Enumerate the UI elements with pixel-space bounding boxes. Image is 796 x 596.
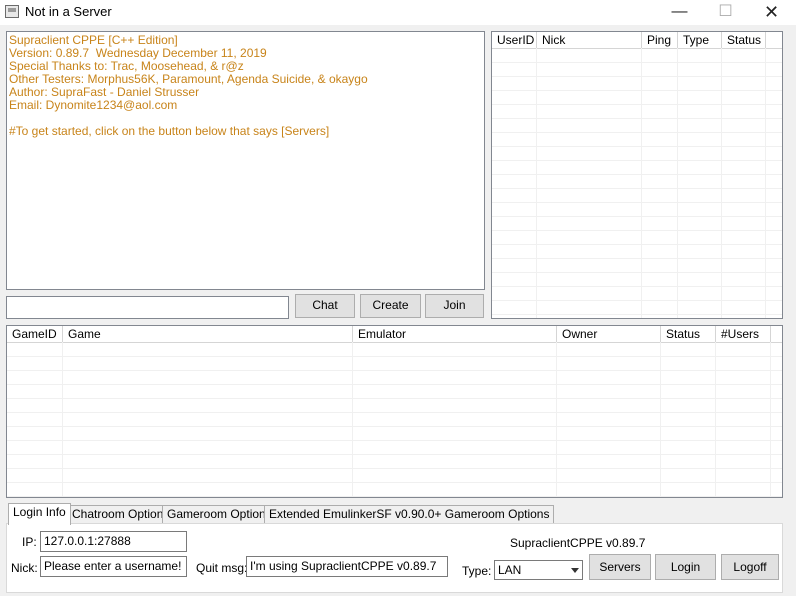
grid-column-line	[770, 342, 771, 497]
logoff-button[interactable]: Logoff	[721, 554, 779, 580]
users-list-header: UserID Nick Ping Type Status	[492, 32, 782, 49]
grid-row-line	[7, 356, 782, 357]
grid-column-line	[62, 342, 63, 497]
title-bar: Not in a Server — ☐ ✕	[0, 0, 796, 25]
info-line: Email: Dynomite1234@aol.com	[9, 98, 178, 112]
column-header-users[interactable]: #Users	[716, 326, 771, 342]
type-select-value: LAN	[498, 563, 522, 577]
games-list-header: GameID Game Emulator Owner Status #Users	[7, 326, 782, 343]
grid-column-line	[352, 342, 353, 497]
ip-field[interactable]: 127.0.0.1:27888	[40, 531, 187, 552]
app-icon	[5, 5, 19, 18]
grid-row-line	[7, 426, 782, 427]
chat-button[interactable]: Chat	[295, 294, 355, 318]
close-button[interactable]: ✕	[749, 0, 794, 25]
grid-column-line	[677, 48, 678, 318]
grid-column-line	[765, 48, 766, 318]
tab-login-info[interactable]: Login Info	[8, 503, 71, 525]
column-header-userid[interactable]: UserID	[492, 32, 537, 48]
grid-row-line	[7, 440, 782, 441]
column-header-type[interactable]: Type	[678, 32, 722, 48]
grid-row-line	[7, 412, 782, 413]
window-title: Not in a Server	[25, 4, 112, 19]
column-header-game[interactable]: Game	[63, 326, 353, 342]
grid-column-line	[715, 342, 716, 497]
grid-row-line	[7, 398, 782, 399]
chat-input[interactable]	[6, 296, 289, 319]
join-button[interactable]: Join	[425, 294, 484, 318]
ip-label: IP:	[22, 535, 37, 549]
servers-button[interactable]: Servers	[589, 554, 651, 580]
type-label: Type:	[462, 564, 492, 578]
chevron-down-icon	[571, 568, 579, 573]
tab-chatroom-options[interactable]: Chatroom Options	[67, 505, 175, 524]
login-button[interactable]: Login	[655, 554, 716, 580]
nick-field[interactable]: Please enter a username!	[40, 556, 187, 577]
grid-row-line	[7, 454, 782, 455]
quit-msg-field[interactable]: I'm using SupraclientCPPE v0.89.7	[246, 556, 448, 577]
grid-row-line	[7, 468, 782, 469]
column-header-ping[interactable]: Ping	[642, 32, 678, 48]
column-header-status[interactable]: Status	[722, 32, 766, 48]
tab-gameroom-options[interactable]: Gameroom Options	[162, 505, 277, 524]
maximize-button[interactable]: ☐	[703, 0, 748, 25]
users-list[interactable]: UserID Nick Ping Type Status	[491, 31, 783, 319]
column-header-owner[interactable]: Owner	[557, 326, 661, 342]
grid-column-line	[641, 48, 642, 318]
grid-column-line	[536, 48, 537, 318]
grid-column-line	[660, 342, 661, 497]
info-line: #To get started, click on the button bel…	[9, 124, 330, 138]
tab-extended-emulinker-options[interactable]: Extended EmulinkerSF v0.90.0+ Gameroom O…	[264, 505, 555, 524]
grid-row-line	[7, 496, 782, 497]
grid-row-line	[7, 482, 782, 483]
info-text-box[interactable]: Supraclient CPPE [C++ Edition] Version: …	[6, 31, 485, 290]
create-button[interactable]: Create	[360, 294, 421, 318]
column-header-status[interactable]: Status	[661, 326, 716, 342]
type-select[interactable]: LAN	[494, 560, 583, 580]
column-header-nick[interactable]: Nick	[537, 32, 642, 48]
column-header-gameid[interactable]: GameID	[7, 326, 63, 342]
grid-column-line	[721, 48, 722, 318]
grid-column-line	[556, 342, 557, 497]
column-header-emulator[interactable]: Emulator	[353, 326, 557, 342]
games-list[interactable]: GameID Game Emulator Owner Status #Users	[6, 325, 783, 498]
grid-row-line	[7, 370, 782, 371]
nick-label: Nick:	[11, 561, 38, 575]
grid-row-line	[7, 384, 782, 385]
version-label: SupraclientCPPE v0.89.7	[510, 536, 646, 550]
quit-msg-label: Quit msg:	[196, 561, 248, 575]
minimize-button[interactable]: —	[657, 0, 702, 25]
